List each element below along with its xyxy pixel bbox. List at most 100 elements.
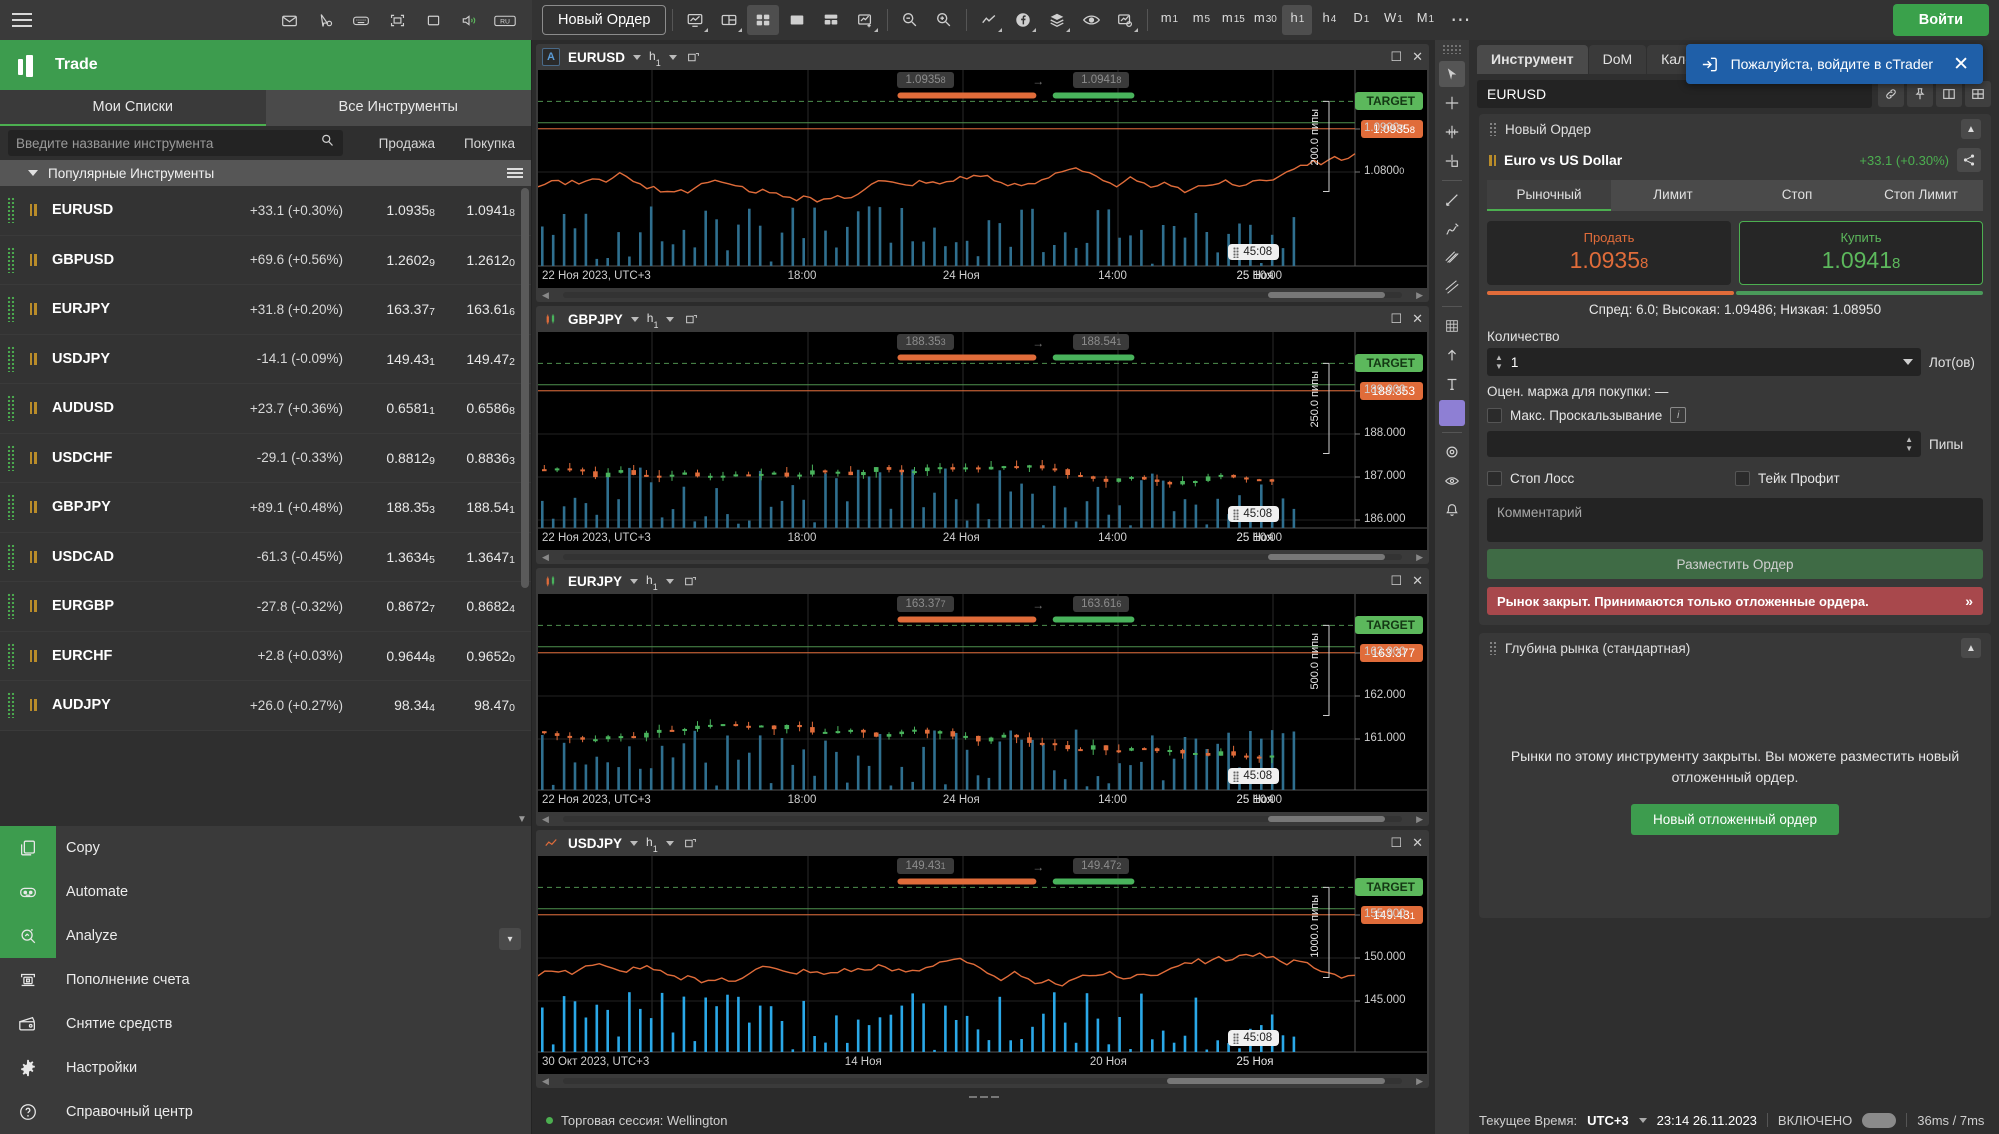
stop-loss-checkbox[interactable] [1487, 471, 1502, 486]
buy-button[interactable]: Купить 1.09418 [1739, 221, 1983, 285]
card-drag-handle[interactable] [1489, 641, 1497, 655]
timeframe-d1[interactable]: D1 [1346, 5, 1376, 35]
chevron-down-icon[interactable] [668, 54, 677, 60]
language-ru-icon[interactable]: RU [488, 6, 522, 34]
chart-symbol[interactable]: EURJPY [568, 574, 622, 589]
close-icon[interactable]: ✕ [1412, 573, 1423, 589]
chart-detach-icon[interactable] [682, 572, 700, 590]
close-icon[interactable]: ✕ [1953, 55, 1969, 74]
login-button[interactable]: Войти [1892, 4, 1989, 36]
instrument-sell-price[interactable]: 0.88129 [343, 450, 439, 467]
instrument-sell-price[interactable]: 1.36345 [343, 549, 439, 566]
cursor-settings-icon[interactable] [308, 6, 342, 34]
chart-timeframe[interactable]: h1 [646, 573, 658, 592]
maximize-icon[interactable]: ☐ [1390, 573, 1402, 589]
fullscreen-icon[interactable] [380, 6, 414, 34]
tab-dom[interactable]: DoM [1588, 45, 1647, 74]
instrument-group-header[interactable]: Популярные Инструменты [0, 160, 531, 186]
collapse-icon[interactable]: ▲ [1961, 119, 1981, 139]
tab-instrument[interactable]: Инструмент [1477, 45, 1588, 74]
grid-icon[interactable] [1439, 313, 1465, 339]
instrument-buy-price[interactable]: 0.65868 [439, 400, 523, 417]
scroll-right-icon[interactable]: ▶ [1416, 1076, 1423, 1087]
row-drag-handle[interactable] [0, 246, 22, 273]
instrument-buy-price[interactable]: 0.88363 [439, 450, 523, 467]
new-order-button[interactable]: Новый Ордер [542, 5, 667, 35]
layers-icon[interactable] [1041, 5, 1073, 35]
instrument-buy-price[interactable]: 98.470 [439, 697, 523, 714]
instrument-row[interactable]: GBPJPY +89.1 (+0.48%) 188.353 188.541 [0, 483, 531, 533]
enabled-toggle[interactable] [1862, 1112, 1897, 1128]
slippage-checkbox[interactable] [1487, 407, 1502, 423]
scroll-right-icon[interactable]: ▶ [1416, 552, 1423, 563]
cursor-icon[interactable] [1439, 61, 1465, 87]
place-order-button[interactable]: Разместить Ордер [1487, 549, 1983, 579]
instrument-sell-price[interactable]: 1.09358 [343, 202, 439, 219]
timeframe-m30[interactable]: m 30 [1250, 5, 1280, 35]
instrument-sell-price[interactable]: 0.65811 [343, 400, 439, 417]
chart-link-badge[interactable]: A [542, 48, 560, 66]
sound-icon[interactable] [452, 6, 486, 34]
card-drag-handle[interactable] [1489, 122, 1497, 136]
timeframe-m5[interactable]: m5 [1186, 5, 1216, 35]
instrument-row[interactable]: EURGBP -27.8 (-0.32%) 0.86727 0.86824 [0, 582, 531, 632]
instrument-row[interactable]: USDCAD -61.3 (-0.45%) 1.36345 1.36471 [0, 532, 531, 582]
maximize-icon[interactable]: ☐ [1390, 311, 1402, 327]
chart-detach-icon[interactable] [685, 48, 703, 66]
chart-timeframe[interactable]: h1 [647, 311, 659, 330]
zoom-out-icon[interactable] [894, 5, 926, 35]
timeframe-m1[interactable]: m1 [1154, 5, 1184, 35]
row-drag-handle[interactable] [0, 395, 22, 422]
timeframe-mn1[interactable]: M1 [1410, 5, 1440, 35]
row-drag-handle[interactable] [0, 494, 22, 521]
instrument-sell-price[interactable]: 98.344 [343, 697, 439, 714]
chart-settings-icon[interactable] [1109, 5, 1141, 35]
list-options-icon[interactable] [507, 168, 523, 178]
instrument-buy-price[interactable]: 163.616 [439, 301, 523, 318]
pen-icon[interactable] [1439, 216, 1465, 242]
chevron-down-icon[interactable] [630, 840, 639, 846]
chart-horizontal-scrollbar[interactable] [562, 816, 1403, 822]
pin-icon[interactable] [1907, 81, 1933, 107]
eye-hide-icon[interactable] [1439, 468, 1465, 494]
chart-style-icon[interactable] [542, 572, 560, 590]
chart-canvas[interactable]: 149.431 → 149.472 TARGET 149.431 1000.0 пипы 1… [538, 856, 1427, 1074]
two-pane-layout-icon[interactable] [815, 5, 847, 35]
close-icon[interactable]: ✕ [1412, 311, 1423, 327]
facebook-icon[interactable] [1007, 5, 1039, 35]
crosshair-box-icon[interactable] [1439, 148, 1465, 174]
charts-resize-handle[interactable] [532, 1088, 1435, 1106]
chevron-down-icon[interactable] [1903, 359, 1913, 365]
eye-icon[interactable] [1075, 5, 1107, 35]
quantity-stepper[interactable]: ▲ ▼ [1495, 354, 1503, 371]
instrument-buy-price[interactable]: 1.26120 [439, 252, 523, 269]
instrument-sell-price[interactable]: 188.353 [343, 499, 439, 516]
instrument-buy-price[interactable]: 0.96520 [439, 648, 523, 665]
color-swatch-icon[interactable] [1439, 400, 1465, 426]
instrument-buy-price[interactable]: 149.472 [439, 351, 523, 368]
quantity-input[interactable]: ▲ ▼ 1 [1487, 348, 1921, 376]
share-icon[interactable] [1957, 148, 1981, 172]
search-box[interactable] [8, 130, 343, 156]
chevron-right-icon[interactable]: » [1965, 593, 1973, 609]
keyboard-icon[interactable] [344, 6, 378, 34]
crosshair-icon[interactable] [1439, 90, 1465, 116]
close-icon[interactable]: ✕ [1412, 835, 1423, 851]
toolbar-drag-handle[interactable] [1442, 44, 1462, 54]
chart-canvas[interactable]: 1.09358 → 1.09418 TARGET 1.09358 200.0 пипы 1.… [538, 70, 1427, 288]
instrument-list-scrollbar[interactable] [521, 188, 529, 824]
row-drag-handle[interactable] [0, 197, 22, 224]
chart-symbol[interactable]: GBPJPY [568, 312, 623, 327]
timezone-value[interactable]: UTC+3 [1587, 1113, 1629, 1128]
sell-button[interactable]: Продать 1.09358 [1487, 221, 1731, 285]
chevron-down-icon[interactable] [633, 54, 642, 60]
chevron-down-icon[interactable] [630, 578, 639, 584]
instrument-row[interactable]: USDCHF -29.1 (-0.33%) 0.88129 0.88363 [0, 433, 531, 483]
scroll-left-icon[interactable]: ◀ [542, 1076, 549, 1087]
chart-add-icon[interactable] [849, 5, 881, 35]
row-drag-handle[interactable] [0, 444, 22, 471]
tab-my-lists[interactable]: Мои Списки [0, 90, 266, 126]
layout-split-icon[interactable] [713, 5, 745, 35]
scroll-left-icon[interactable]: ◀ [542, 290, 549, 301]
maximize-icon[interactable]: ☐ [1390, 49, 1402, 65]
